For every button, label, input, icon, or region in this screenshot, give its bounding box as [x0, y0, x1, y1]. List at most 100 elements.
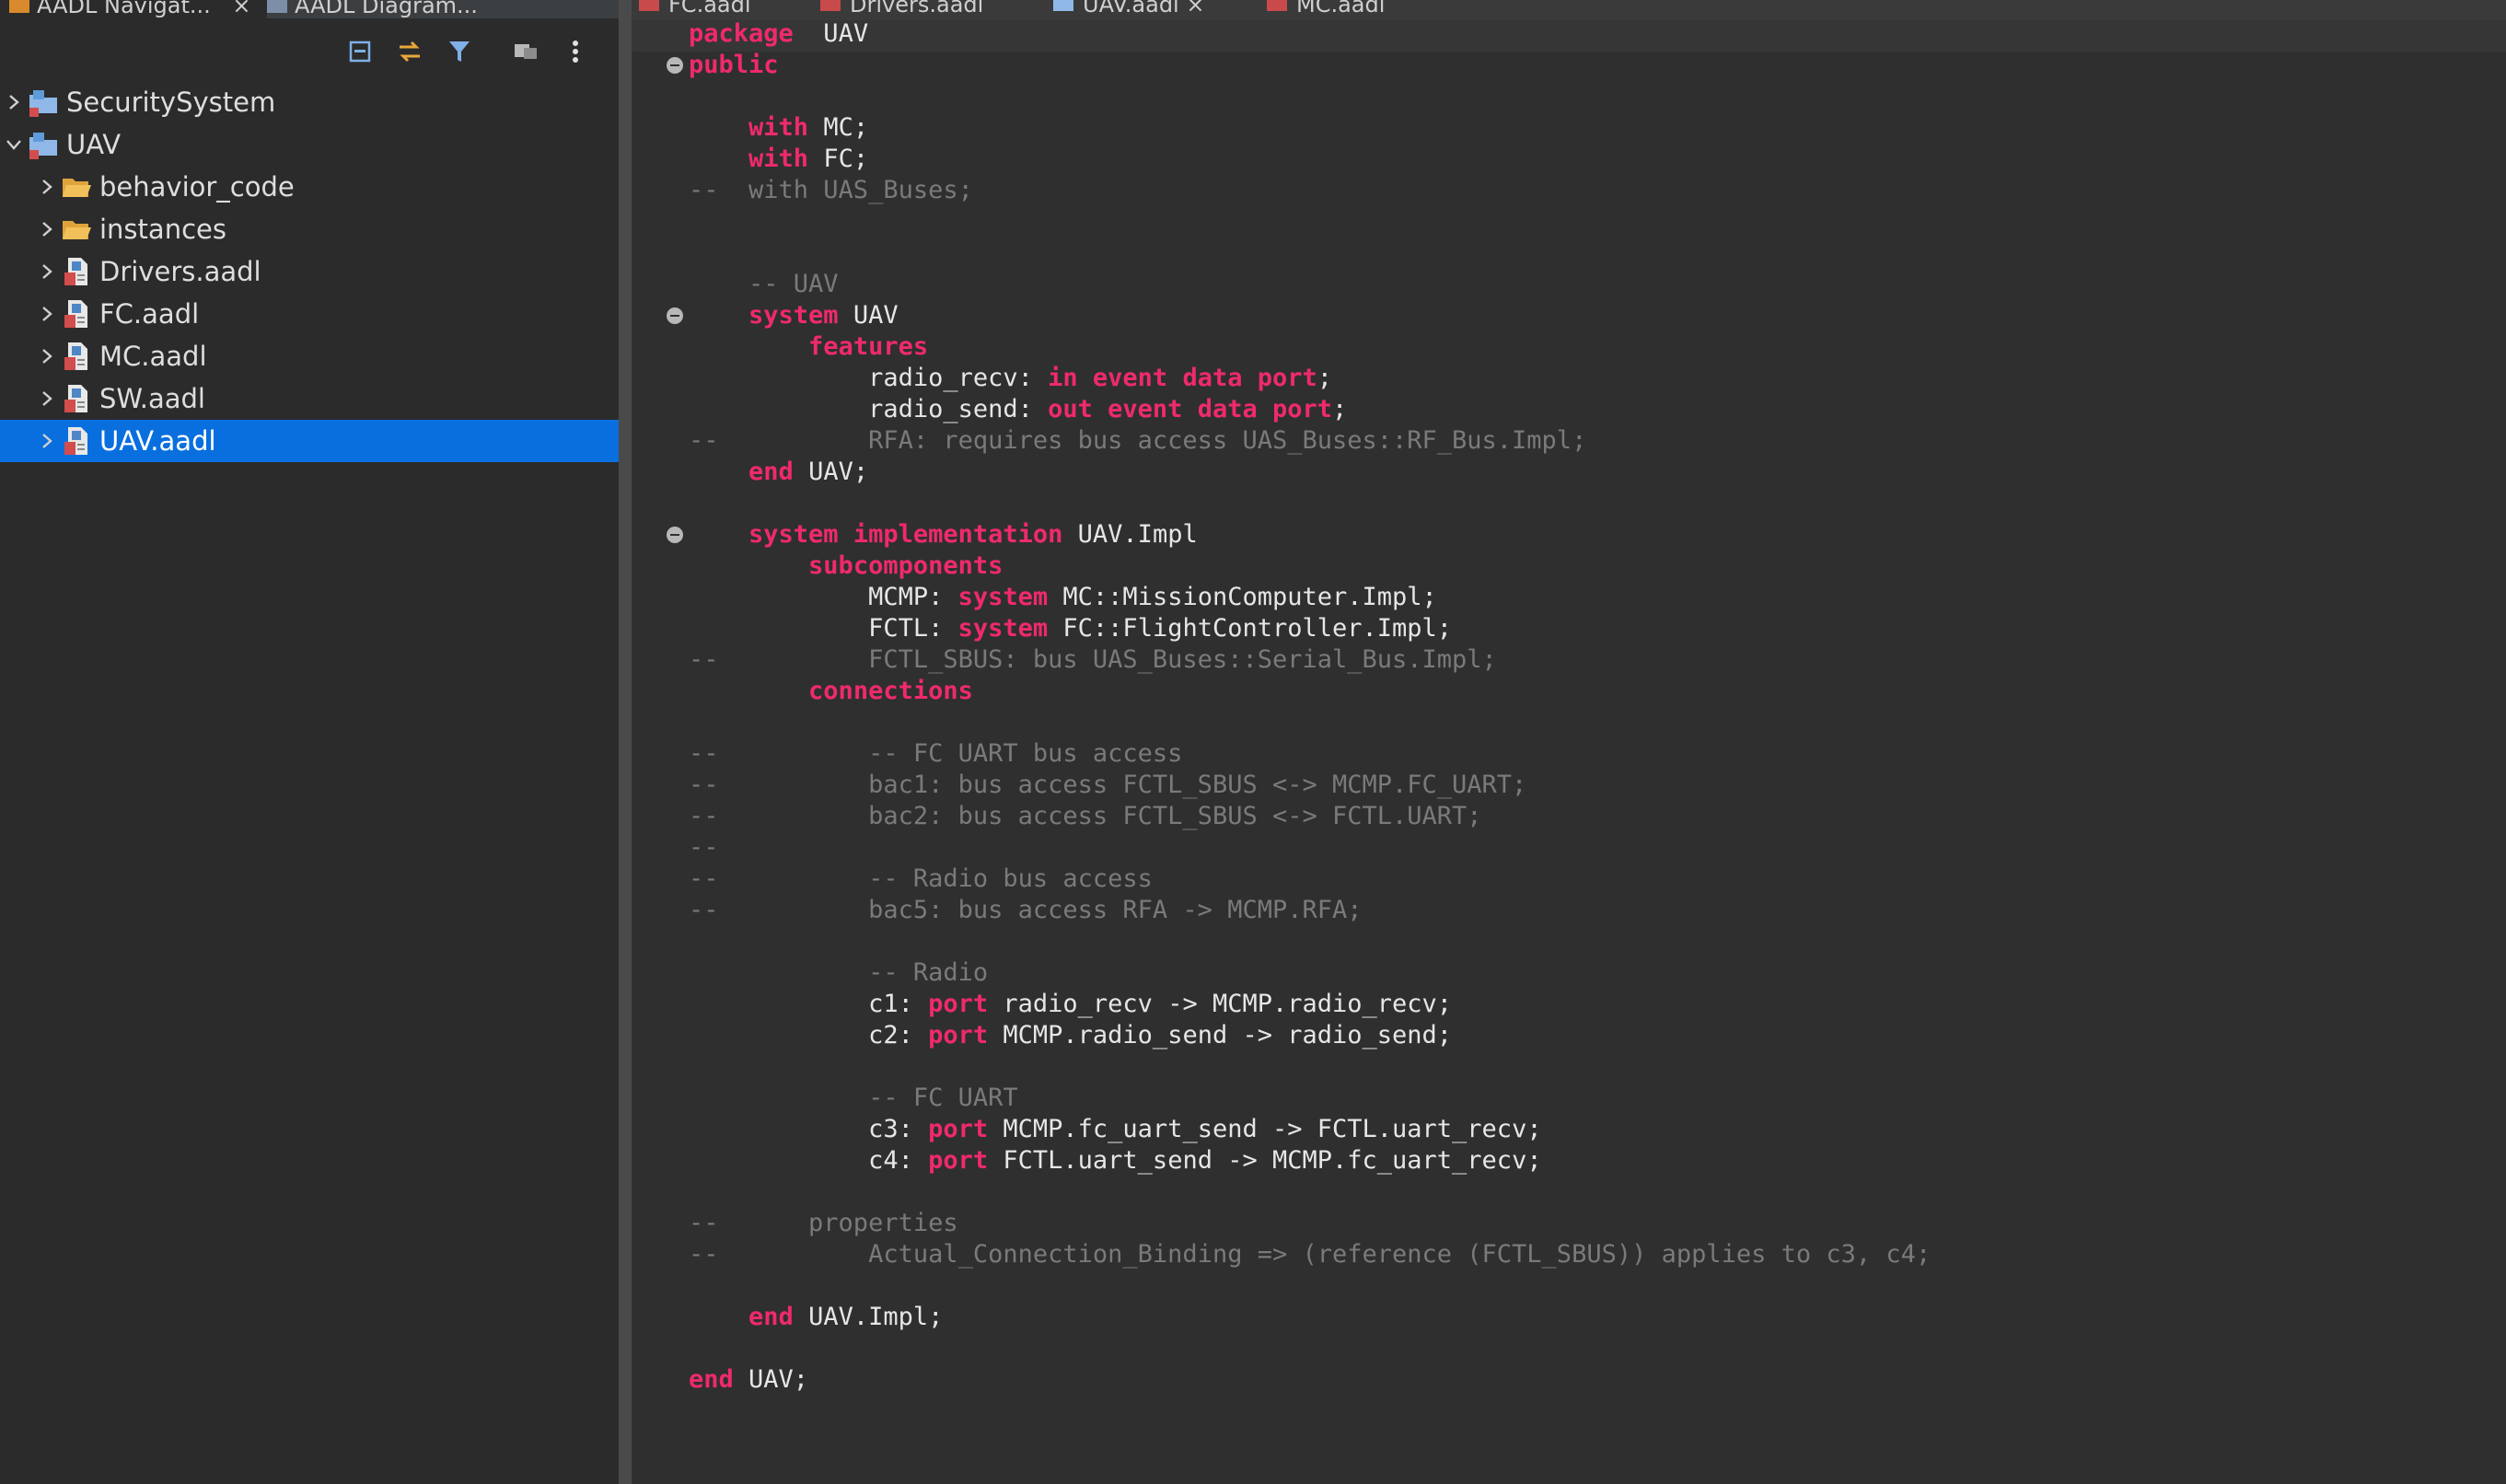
source-code[interactable]: package UAV public with MC; with FC; -- wi…	[689, 18, 1931, 1396]
code-line: end UAV;	[689, 1364, 1931, 1396]
keyword-token: port	[928, 1021, 989, 1049]
code-token: c3:	[689, 1115, 929, 1143]
filter-button[interactable]	[435, 33, 484, 70]
panel-splitter[interactable]	[619, 0, 632, 1484]
folder-icon	[61, 171, 92, 203]
chevron-right-icon[interactable]	[33, 335, 61, 377]
code-token: c1:	[689, 990, 929, 1018]
fold-toggle-icon[interactable]	[667, 57, 683, 74]
fold-toggle-icon[interactable]	[667, 527, 683, 543]
tab-aadl-navigator[interactable]: AADL Navigat... ×	[0, 0, 267, 18]
project-icon	[28, 129, 59, 160]
code-line: system UAV	[689, 300, 1931, 331]
tree-item[interactable]: FC.aadl	[0, 293, 619, 335]
chevron-right-icon[interactable]	[33, 377, 61, 420]
view-menu-button[interactable]	[501, 33, 551, 70]
tree-item[interactable]: UAV.aadl	[0, 420, 619, 462]
code-line: -- UAV	[689, 269, 1931, 300]
code-line: --	[689, 832, 1931, 864]
link-with-editor-icon	[400, 41, 420, 63]
code-line: -- RFA: requires bus access UAS_Buses::R…	[689, 425, 1931, 457]
tree-item[interactable]: SecuritySystem	[0, 81, 619, 123]
chevron-right-icon[interactable]	[33, 293, 61, 335]
tree-item[interactable]: UAV	[0, 123, 619, 166]
tab-aadl-diagram[interactable]: AADL Diagram...	[258, 0, 497, 18]
comment-token: -- bac5: bus access RFA -> MCMP.RFA;	[689, 896, 1363, 924]
tree-item-label: MC.aadl	[99, 341, 207, 372]
code-line: -- Actual_Connection_Binding => (referen…	[689, 1239, 1931, 1270]
code-line: system implementation UAV.Impl	[689, 519, 1931, 551]
comment-token: -- RFA: requires bus access UAS_Buses::R…	[689, 426, 1587, 455]
chevron-down-icon[interactable]	[0, 123, 28, 166]
fold-toggle-icon[interactable]	[667, 307, 683, 324]
tree-item[interactable]: behavior_code	[0, 166, 619, 208]
aadl-file-icon	[1267, 0, 1287, 11]
code-line: c3: port MCMP.fc_uart_send -> FCTL.uart_…	[689, 1114, 1931, 1145]
code-token: ;	[1332, 395, 1348, 423]
code-token: ;	[1317, 364, 1333, 392]
chevron-right-icon[interactable]	[0, 81, 28, 123]
code-token: FC::FlightController.Impl;	[1048, 614, 1453, 643]
project-tree: SecuritySystem UAV behavior_code instances D…	[0, 81, 619, 462]
code-editor[interactable]: FC.aadl Drivers.aadl UAV.aadl × MC.aadl …	[632, 0, 2506, 1484]
folder-icon	[61, 214, 92, 245]
code-token: radio_recv -> MCMP.radio_recv;	[988, 990, 1453, 1018]
comment-token: -- -- Radio bus access	[689, 864, 1153, 893]
comment-token: --	[689, 833, 719, 862]
close-icon[interactable]: ×	[1186, 0, 1204, 17]
comment-token: -- bac2: bus access FCTL_SBUS <-> FCTL.U…	[689, 802, 1482, 830]
tree-item[interactable]: Drivers.aadl	[0, 250, 619, 293]
keyword-token: with	[748, 145, 809, 173]
code-line: -- bac1: bus access FCTL_SBUS <-> MCMP.F…	[689, 770, 1931, 801]
code-line: package UAV	[689, 18, 1931, 50]
tree-item[interactable]: MC.aadl	[0, 335, 619, 377]
code-token: MCMP:	[689, 583, 958, 611]
code-token: UAV	[838, 301, 899, 330]
keyword-token: system implementation	[748, 520, 1063, 549]
keyword-token: end	[689, 1365, 734, 1394]
code-line: -- -- FC UART bus access	[689, 738, 1931, 770]
code-token: UAV;	[793, 458, 869, 486]
code-token: UAV.Impl	[1062, 520, 1198, 549]
code-line: -- bac2: bus access FCTL_SBUS <-> FCTL.U…	[689, 801, 1931, 832]
code-line: -- FC UART	[689, 1083, 1931, 1114]
tree-item[interactable]: SW.aadl	[0, 377, 619, 420]
code-line: c2: port MCMP.radio_send -> radio_send;	[689, 1020, 1931, 1051]
chevron-right-icon[interactable]	[33, 166, 61, 208]
aadl-file-icon	[61, 256, 92, 287]
chevron-right-icon[interactable]	[33, 250, 61, 293]
aadl-file-icon	[639, 0, 659, 11]
keyword-token: connections	[808, 677, 973, 705]
more-options-button[interactable]	[551, 33, 600, 70]
chevron-right-icon[interactable]	[33, 208, 61, 250]
keyword-token: out event data port	[1048, 395, 1332, 423]
collapse-all-button[interactable]	[335, 33, 385, 70]
close-icon[interactable]: ×	[232, 0, 250, 18]
aadl-file-icon	[61, 298, 92, 330]
keyword-token: public	[689, 51, 779, 79]
keyword-token: port	[928, 990, 989, 1018]
keyword-token: with	[748, 113, 809, 142]
comment-token: -- bac1: bus access FCTL_SBUS <-> MCMP.F…	[689, 771, 1527, 799]
collapse-all-icon	[349, 41, 371, 63]
code-token: UAV.Impl;	[793, 1303, 944, 1331]
project-icon	[28, 87, 59, 118]
comment-token: -- FC UART	[689, 1084, 1018, 1112]
keyword-token: end	[748, 1303, 794, 1331]
tree-item[interactable]: instances	[0, 208, 619, 250]
navigator-toolbar	[335, 33, 600, 70]
tab-drivers-aadl[interactable]: Drivers.aadl	[820, 0, 1041, 20]
navigator-panel: AADL Navigat... × AADL Diagram... Securi…	[0, 0, 619, 1484]
tab-mc-aadl[interactable]: MC.aadl	[1267, 0, 1451, 20]
chevron-right-icon[interactable]	[33, 420, 61, 462]
tab-fc-aadl[interactable]: FC.aadl	[639, 0, 795, 20]
link-with-editor-button[interactable]	[385, 33, 435, 70]
comment-token: -- -- FC UART bus access	[689, 739, 1183, 768]
